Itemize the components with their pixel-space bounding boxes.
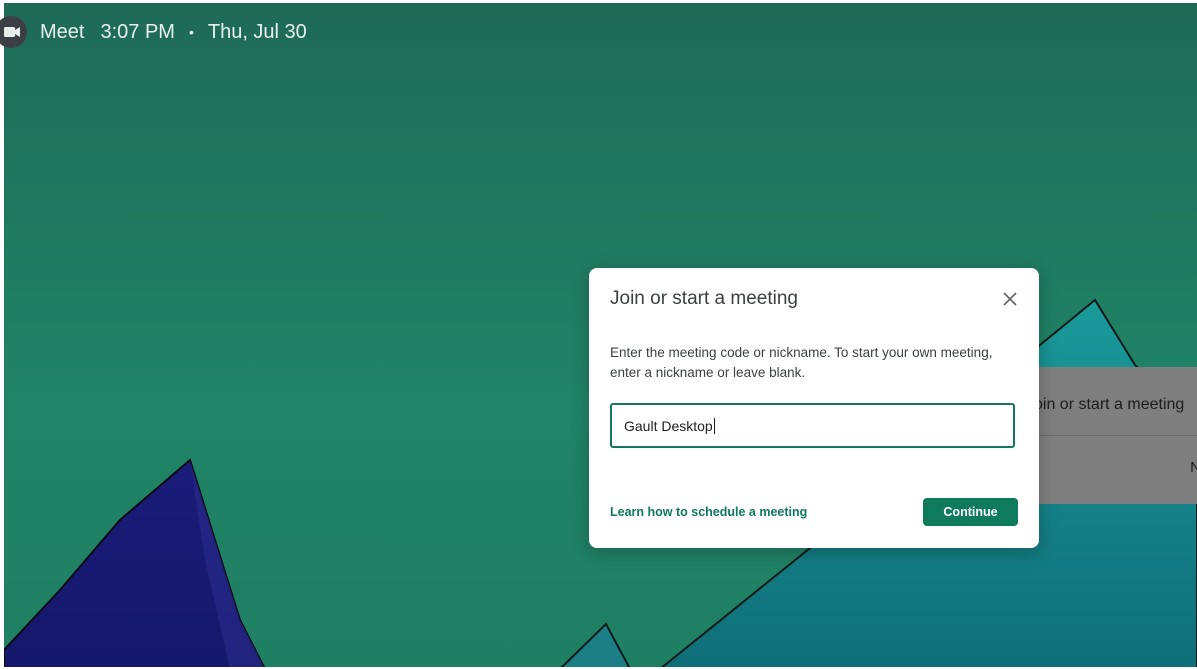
- text-caret: [713, 417, 715, 434]
- background-card-divider: [1038, 435, 1197, 436]
- background-join-card: oin or start a meeting N: [1028, 367, 1197, 504]
- top-bar: Meet 3:07 PM • Thu, Jul 30: [0, 14, 307, 50]
- google-meet-icon: [0, 16, 27, 48]
- dialog-description: Enter the meeting code or nickname. To s…: [610, 345, 993, 380]
- separator-dot: •: [188, 24, 194, 40]
- clock-date: Thu, Jul 30: [207, 20, 307, 43]
- app-name: Meet: [40, 20, 85, 43]
- background-card-title: oin or start a meeting: [1034, 396, 1185, 413]
- frame-left: [0, 0, 4, 669]
- join-meeting-dialog: Join or start a meeting Enter the meetin…: [589, 268, 1039, 548]
- continue-button[interactable]: Continue: [923, 498, 1018, 526]
- clock-time: 3:07 PM: [100, 20, 175, 43]
- close-button[interactable]: [999, 288, 1021, 310]
- meet-screen: Meet 3:07 PM • Thu, Jul 30 oin or start …: [0, 0, 1197, 669]
- background-card-button: N: [1190, 459, 1197, 476]
- learn-schedule-link[interactable]: Learn how to schedule a meeting: [610, 505, 807, 519]
- meeting-code-value: Gault Desktop: [624, 417, 713, 434]
- meeting-code-input[interactable]: Gault Desktop: [610, 403, 1015, 448]
- dialog-title: Join or start a meeting: [610, 288, 798, 309]
- frame-top: [0, 0, 1197, 3]
- close-icon: [1003, 292, 1017, 306]
